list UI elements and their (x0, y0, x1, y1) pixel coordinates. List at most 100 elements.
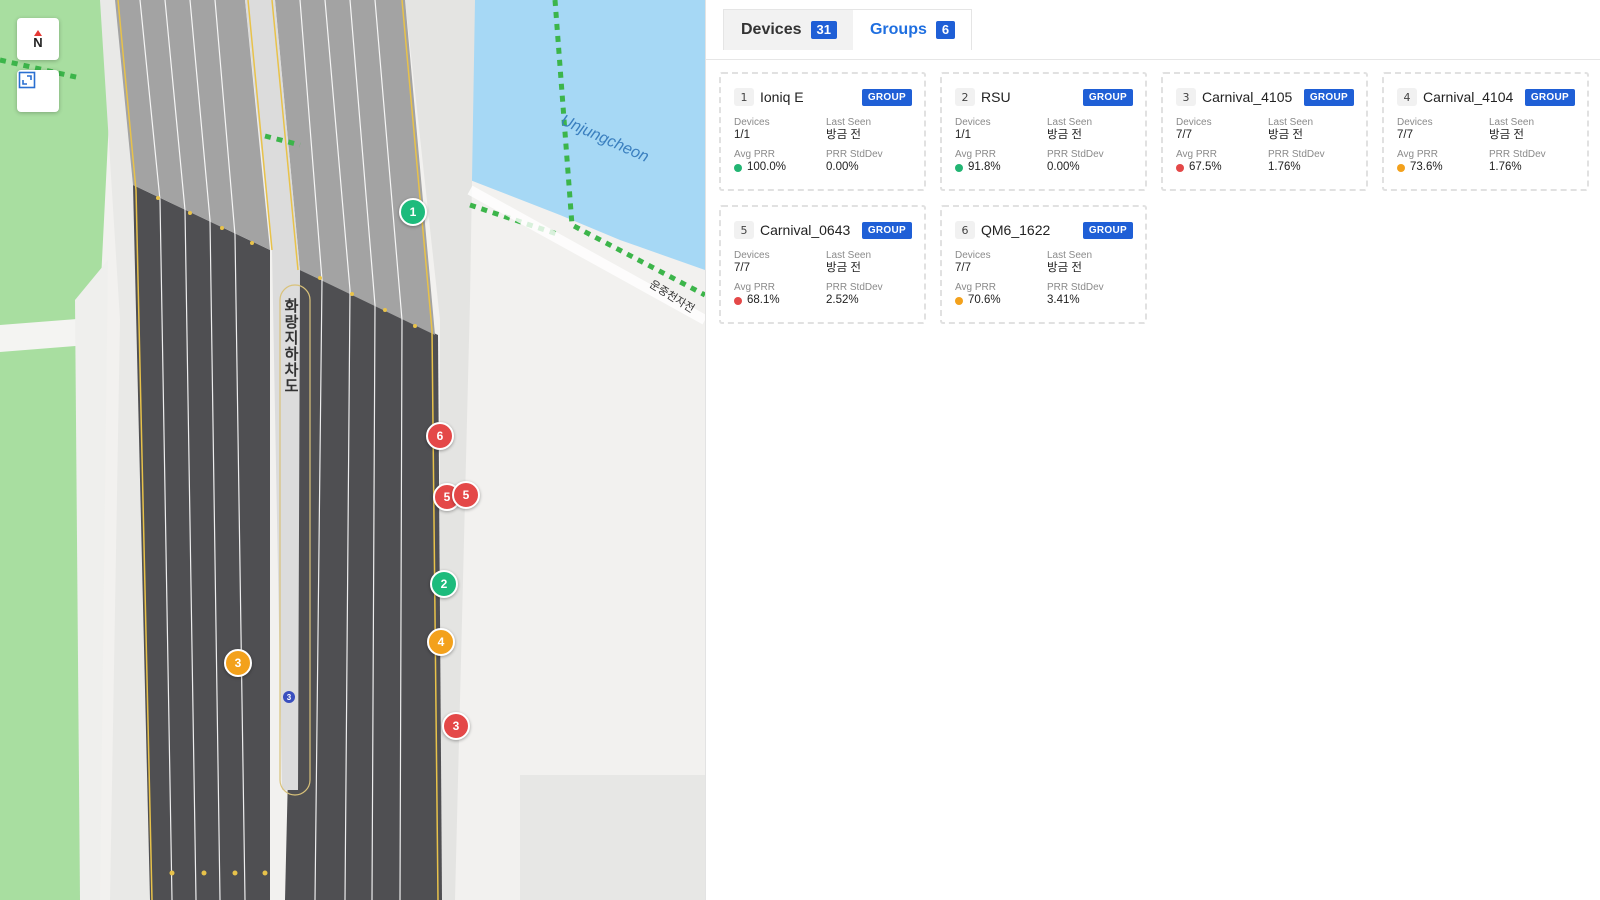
tab-devices-count: 31 (810, 21, 837, 39)
compass-button[interactable]: N (17, 18, 59, 60)
map-marker[interactable]: 2 (430, 570, 458, 598)
group-name: Ioniq E (760, 89, 804, 105)
avg-prr-label: Avg PRR (955, 282, 996, 293)
avg-prr-label: Avg PRR (734, 149, 775, 160)
status-dot-icon (734, 163, 742, 172)
group-card[interactable]: 6 QM6_1622 GROUP Devices 7/7 Last Seen 방금 전 Avg… (940, 205, 1147, 324)
group-badge[interactable]: GROUP (861, 221, 912, 239)
avg-prr-value: 67.5% (1189, 161, 1222, 173)
last-seen-value: 방금 전 (1489, 129, 1524, 141)
card-index: 4 (1397, 88, 1417, 106)
map-marker-label: 6 (436, 429, 444, 443)
last-seen-value: 방금 전 (1047, 262, 1082, 274)
compass-label: N (33, 34, 43, 50)
card-stats: Devices 7/7 Last Seen 방금 전 Avg PRR 73.6% PRR S… (1397, 117, 1575, 175)
map-view[interactable]: 165524333 화랑지하차도 Unjungcheon 운중천자전 N (0, 0, 705, 900)
last-seen-label: Last Seen (826, 250, 872, 261)
group-badge[interactable]: GROUP (1082, 88, 1133, 106)
card-header: 4 Carnival_4104 GROUP (1397, 86, 1575, 108)
road-west (133, 185, 270, 900)
status-dot-icon (734, 296, 742, 305)
group-badge[interactable]: GROUP (1082, 221, 1133, 239)
group-card[interactable]: 5 Carnival_0643 GROUP Devices 7/7 Last Seen 방금… (719, 205, 926, 324)
card-index: 3 (1176, 88, 1196, 106)
map-marker-label: 3 (234, 656, 242, 670)
card-index: 6 (955, 221, 975, 239)
tab-groups-count: 6 (935, 21, 956, 39)
group-badge[interactable]: GROUP (861, 88, 912, 106)
card-header: 5 Carnival_0643 GROUP (734, 219, 912, 241)
prr-stddev-label: PRR StdDev (1047, 149, 1104, 160)
card-stats: Devices 7/7 Last Seen 방금 전 Avg PRR 68.1% PRR S… (734, 250, 912, 308)
map-marker-label: 1 (409, 205, 417, 219)
devices-label: Devices (1176, 117, 1212, 128)
devices-value: 7/7 (1176, 129, 1192, 141)
last-seen-label: Last Seen (1268, 117, 1314, 128)
card-index: 1 (734, 88, 754, 106)
tab-groups[interactable]: Groups 6 (852, 10, 972, 50)
devices-label: Devices (1397, 117, 1433, 128)
devices-label: Devices (734, 117, 770, 128)
group-name: QM6_1622 (981, 222, 1051, 238)
map-marker[interactable]: 4 (427, 628, 455, 656)
group-card-grid: 1 Ioniq E GROUP Devices 1/1 Last Seen 방금 전 Avg … (706, 60, 1600, 324)
status-dot-icon (1397, 163, 1405, 172)
card-header: 3 Carnival_4105 GROUP (1176, 86, 1354, 108)
map-marker[interactable]: 3 (442, 712, 470, 740)
avg-prr-value: 68.1% (747, 294, 780, 306)
app-root: 165524333 화랑지하차도 Unjungcheon 운중천자전 N Dev… (0, 0, 1600, 900)
devices-value: 1/1 (734, 129, 750, 141)
group-card[interactable]: 1 Ioniq E GROUP Devices 1/1 Last Seen 방금 전 Avg … (719, 72, 926, 191)
card-stats: Devices 1/1 Last Seen 방금 전 Avg PRR 91.8% PRR S… (955, 117, 1133, 175)
prr-stddev-value: 0.00% (826, 161, 859, 173)
status-dot-icon (955, 163, 963, 172)
card-index: 2 (955, 88, 975, 106)
card-stats: Devices 1/1 Last Seen 방금 전 Avg PRR 100.0% PRR … (734, 117, 912, 175)
avg-prr-label: Avg PRR (1176, 149, 1217, 160)
card-header: 2 RSU GROUP (955, 86, 1133, 108)
map-marker[interactable]: 3 (224, 649, 252, 677)
map-marker[interactable]: 6 (426, 422, 454, 450)
last-seen-label: Last Seen (1047, 117, 1093, 128)
last-seen-value: 방금 전 (826, 129, 861, 141)
last-seen-label: Last Seen (1047, 250, 1093, 261)
status-dot-icon (1176, 163, 1184, 172)
prr-stddev-label: PRR StdDev (1047, 282, 1104, 293)
last-seen-value: 방금 전 (826, 262, 861, 274)
tab-bar: Devices 31 Groups 6 (706, 0, 1600, 60)
prr-stddev-value: 1.76% (1268, 161, 1301, 173)
map-marker[interactable]: 1 (399, 198, 427, 226)
map-marker-label: 5 (462, 488, 470, 502)
tab-devices[interactable]: Devices 31 (724, 10, 853, 50)
map-marker-small-label: 3 (286, 692, 292, 702)
devices-label: Devices (955, 117, 991, 128)
prr-stddev-value: 3.41% (1047, 294, 1080, 306)
map-marker-small[interactable]: 3 (283, 691, 295, 703)
groups-panel: Devices 31 Groups 6 1 Ioniq E GROUP Devices… (705, 0, 1600, 900)
group-badge[interactable]: GROUP (1524, 88, 1575, 106)
group-name: Carnival_0643 (760, 222, 851, 238)
card-stats: Devices 7/7 Last Seen 방금 전 Avg PRR 67.5% PRR S… (1176, 117, 1354, 175)
avg-prr-value: 91.8% (968, 161, 1001, 173)
card-header: 1 Ioniq E GROUP (734, 86, 912, 108)
group-card[interactable]: 2 RSU GROUP Devices 1/1 Last Seen 방금 전 Avg PRR 9… (940, 72, 1147, 191)
tab-groups-label: Groups (869, 21, 927, 38)
card-header: 6 QM6_1622 GROUP (955, 219, 1133, 241)
prr-stddev-value: 2.52% (826, 294, 859, 306)
devices-label: Devices (734, 250, 770, 261)
prr-stddev-value: 1.76% (1489, 161, 1522, 173)
group-card[interactable]: 3 Carnival_4105 GROUP Devices 7/7 Last Seen 방금… (1161, 72, 1368, 191)
avg-prr-label: Avg PRR (1397, 149, 1438, 160)
prr-stddev-value: 0.00% (1047, 161, 1080, 173)
building-block (520, 775, 705, 900)
card-stats: Devices 7/7 Last Seen 방금 전 Avg PRR 70.6% PRR S… (955, 250, 1133, 308)
fullscreen-button[interactable] (17, 70, 59, 112)
devices-value: 7/7 (1397, 129, 1413, 141)
group-card[interactable]: 4 Carnival_4104 GROUP Devices 7/7 Last Seen 방금… (1382, 72, 1589, 191)
devices-value: 7/7 (734, 262, 750, 274)
status-dot-icon (955, 296, 963, 305)
map-marker[interactable]: 5 (452, 481, 480, 509)
group-badge[interactable]: GROUP (1303, 88, 1354, 106)
group-name: Carnival_4104 (1423, 89, 1514, 105)
group-name: RSU (981, 89, 1011, 105)
